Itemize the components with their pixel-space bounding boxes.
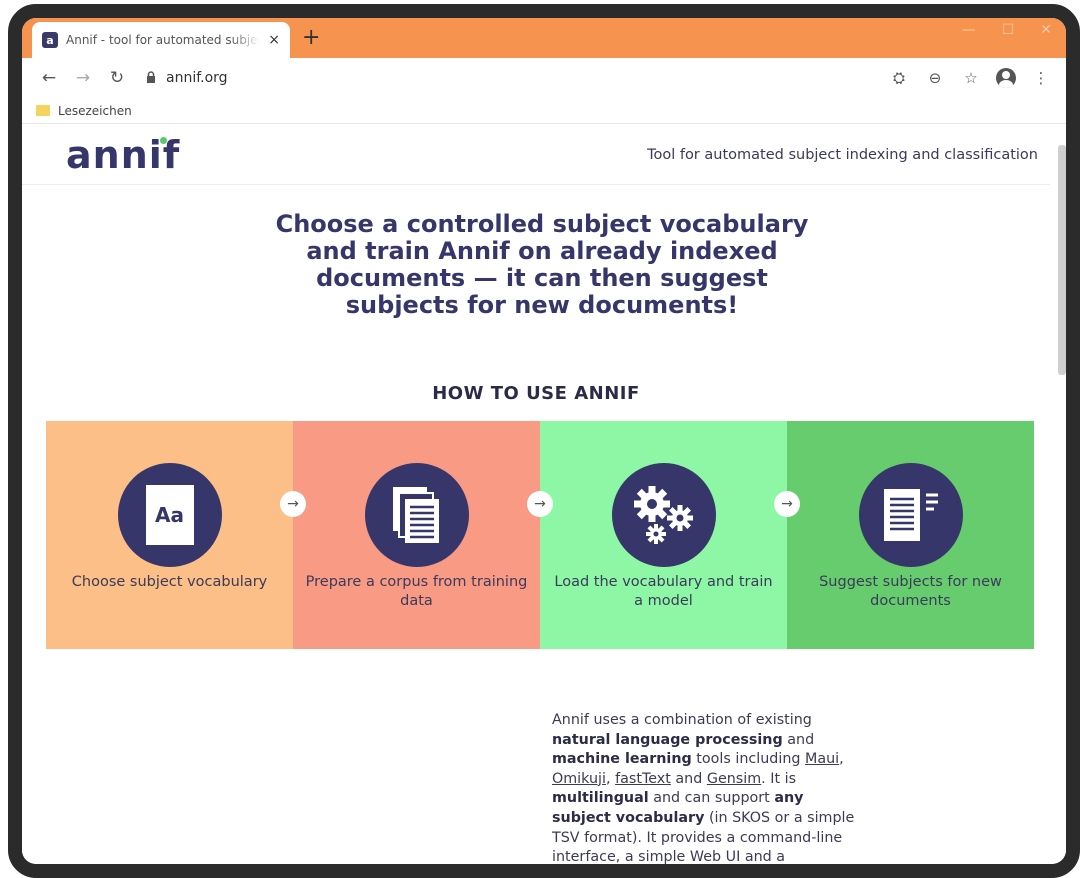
- link-omikuji[interactable]: Omikuji: [552, 771, 606, 787]
- site-tagline: Tool for automated subject indexing and …: [647, 147, 1038, 163]
- step-choose-vocabulary: Aa Choose subject vocabulary: [46, 421, 293, 649]
- tab-annif[interactable]: a Annif - tool for automated subject ind…: [32, 22, 290, 58]
- maximize-icon[interactable]: ☐: [1002, 22, 1015, 38]
- extension-icon[interactable]: ⛭: [888, 69, 910, 87]
- browser-window: a Annif - tool for automated subject ind…: [22, 18, 1066, 864]
- desc-bold: machine learning: [552, 751, 692, 768]
- step-label: Choose subject vocabulary: [71, 574, 268, 590]
- link-fasttext[interactable]: fastText: [615, 771, 671, 787]
- howto-steps: Aa Choose subject vocabulary Prepare a c…: [46, 421, 1034, 649]
- step-icon-circle: [858, 463, 963, 567]
- reload-icon[interactable]: ↻: [100, 68, 134, 88]
- link-gensim[interactable]: Gensim: [707, 771, 761, 787]
- desc-text: tools including: [691, 751, 806, 768]
- desc-text: and can support: [648, 790, 775, 807]
- scrollbar-thumb[interactable]: [1058, 145, 1066, 375]
- site-header: annif Tool for automated subject indexin…: [22, 125, 1050, 185]
- step-train-model: Load the vocabulary and train a model: [540, 421, 787, 649]
- tab-close-icon[interactable]: ×: [268, 32, 280, 48]
- step-icon-circle: Aa: [117, 463, 222, 567]
- tab-strip: a Annif - tool for automated subject ind…: [22, 18, 1066, 58]
- zoom-icon[interactable]: ⊖: [924, 69, 946, 87]
- arrow-right-icon: →: [280, 491, 306, 517]
- desc-text: and: [670, 770, 707, 787]
- howto-title: HOW TO USE ANNIF: [432, 383, 640, 404]
- desc-text: and: [782, 731, 815, 748]
- vocabulary-icon-text: Aa: [155, 503, 184, 527]
- step-icon-circle: [364, 463, 469, 567]
- suggest-document-icon: [883, 489, 938, 541]
- desc-text: . It is: [761, 770, 797, 787]
- toolbar-actions: ⛭ ⊖ ☆ ⋮: [888, 68, 1056, 88]
- window-close-icon[interactable]: ✕: [1040, 22, 1052, 38]
- bookmark-star-icon[interactable]: ☆: [960, 69, 982, 87]
- gears-icon: [633, 486, 693, 544]
- description-paragraph: Annif uses a combination of existing nat…: [552, 711, 862, 864]
- window-controls: — ☐ ✕: [962, 22, 1052, 38]
- link-maui[interactable]: Maui: [805, 751, 839, 767]
- step-icon-circle: [611, 463, 716, 567]
- arrow-right-icon: →: [527, 491, 553, 517]
- forward-icon[interactable]: →: [66, 68, 100, 88]
- desc-text: Annif uses a combination of existing: [552, 712, 812, 728]
- lock-icon[interactable]: [144, 70, 158, 86]
- new-tab-button[interactable]: +: [302, 26, 320, 50]
- device-frame: a Annif - tool for automated subject ind…: [8, 4, 1080, 878]
- vocabulary-icon: Aa: [145, 485, 194, 545]
- tab-title: Annif - tool for automated subject index…: [66, 33, 260, 47]
- step-prepare-corpus: Prepare a corpus from training data: [293, 421, 540, 649]
- profile-icon[interactable]: [996, 68, 1016, 88]
- web-page: annif Tool for automated subject indexin…: [22, 125, 1066, 864]
- hero-heading: Choose a controlled subject vocabulary a…: [275, 210, 809, 319]
- bookmarks-bar: Lesezeichen: [22, 98, 1066, 124]
- desc-text: ,: [839, 751, 844, 768]
- desc-bold: natural language processing: [552, 731, 783, 748]
- step-label: Prepare a corpus from training data: [305, 574, 528, 609]
- folder-icon: [36, 105, 50, 116]
- documents-icon: [392, 487, 439, 543]
- step-label: Load the vocabulary and train a model: [554, 574, 773, 609]
- minimize-icon[interactable]: —: [962, 22, 976, 38]
- step-suggest-subjects: Suggest subjects for new documents: [787, 421, 1034, 649]
- logo-dot-icon: [160, 137, 167, 144]
- menu-icon[interactable]: ⋮: [1030, 69, 1052, 87]
- arrow-right-icon: →: [774, 491, 800, 517]
- step-label: Suggest subjects for new documents: [819, 574, 1002, 609]
- bookmark-folder-lesezeichen[interactable]: Lesezeichen: [58, 104, 132, 118]
- address-bar[interactable]: annif.org: [166, 70, 228, 86]
- back-icon[interactable]: ←: [32, 68, 66, 88]
- desc-text: ,: [606, 770, 616, 787]
- browser-toolbar: ← → ↻ annif.org ⛭ ⊖ ☆ ⋮: [22, 58, 1066, 98]
- annif-favicon-icon: a: [42, 32, 58, 48]
- desc-bold: multilingual: [552, 790, 649, 807]
